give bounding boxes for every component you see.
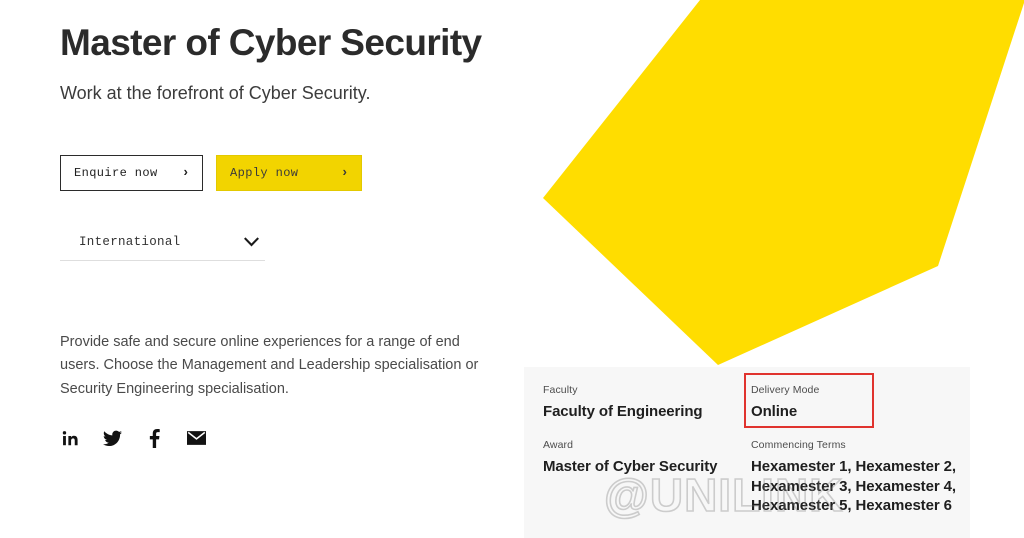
chevron-right-icon: › <box>181 165 190 181</box>
facebook-icon[interactable] <box>144 428 165 449</box>
student-type-value: International <box>79 234 181 249</box>
chevron-down-icon <box>244 236 259 247</box>
hero-content: Master of Cyber Security Work at the for… <box>60 22 530 449</box>
apply-now-label: Apply now <box>230 165 299 180</box>
enquire-now-button[interactable]: Enquire now › <box>60 154 203 191</box>
twitter-icon[interactable] <box>102 428 123 449</box>
info-award: Award Master of Cyber Security <box>543 439 751 516</box>
apply-now-button[interactable]: Apply now › <box>216 154 362 191</box>
social-links-row <box>60 428 530 449</box>
course-info-grid: Faculty Faculty of Engineering Delivery … <box>543 384 970 516</box>
page-subtitle: Work at the forefront of Cyber Security. <box>60 83 371 104</box>
chevron-right-icon: › <box>340 165 349 181</box>
info-faculty-value: Faculty of Engineering <box>543 403 703 420</box>
page-title: Master of Cyber Security <box>60 22 482 63</box>
info-faculty-label: Faculty <box>543 384 578 396</box>
info-commencing-terms: Commencing Terms Hexamester 1, Hexameste… <box>751 439 970 516</box>
info-award-value: Master of Cyber Security <box>543 457 718 475</box>
info-delivery-mode-label: Delivery Mode <box>751 384 820 396</box>
program-description: Provide safe and secure online experienc… <box>60 333 479 398</box>
enquire-now-label: Enquire now <box>74 165 158 180</box>
info-award-label: Award <box>543 438 574 451</box>
info-commencing-terms-value: Hexamester 1, Hexamester 2, Hexamester 3… <box>751 457 956 515</box>
info-commencing-terms-label: Commencing Terms <box>751 438 846 451</box>
linkedin-icon[interactable] <box>60 428 81 449</box>
info-delivery-mode: Delivery Mode Online <box>751 384 970 422</box>
student-type-select[interactable]: International <box>60 235 265 261</box>
page-root: Master of Cyber Security Work at the for… <box>0 0 1024 538</box>
info-delivery-mode-value: Online <box>751 403 798 420</box>
course-info-panel: Faculty Faculty of Engineering Delivery … <box>524 367 970 538</box>
yellow-polygon-decoration <box>543 0 1024 365</box>
cta-button-row: Enquire now › Apply now › <box>60 154 530 191</box>
info-faculty: Faculty Faculty of Engineering <box>543 384 751 422</box>
email-icon[interactable] <box>186 428 207 449</box>
